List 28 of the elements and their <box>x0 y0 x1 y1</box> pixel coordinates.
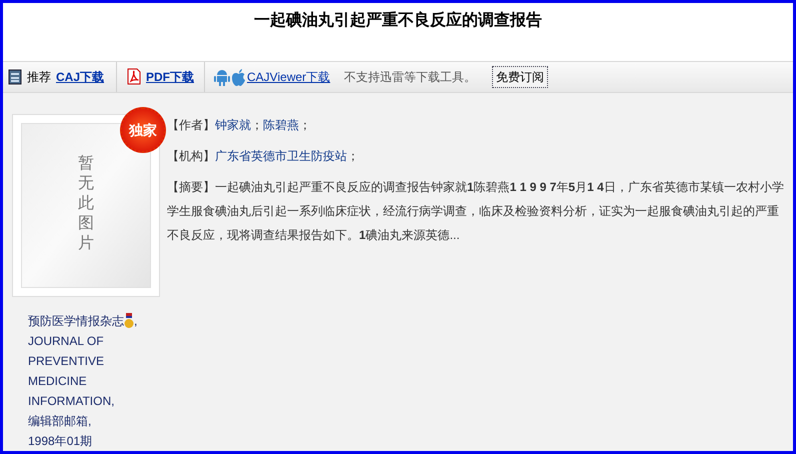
medal-icon <box>124 313 134 329</box>
field-link[interactable]: 钟家就 <box>215 117 251 133</box>
article-title: 一起碘油丸引起严重不良反应的调查报告 <box>254 10 542 31</box>
journal-link[interactable]: 预防医学情报杂志 <box>28 311 124 331</box>
cajviewer-download-link[interactable]: CAJViewer下载 <box>247 68 330 86</box>
separator-text: ； <box>299 117 311 133</box>
journal-info-text: JOURNAL OF PREVENTIVE MEDICINE INFORMATION, <box>28 333 116 410</box>
document-icon <box>8 68 22 85</box>
field-label: 【作者】 <box>167 117 215 133</box>
abstract-text: 【摘要】一起碘油丸引起严重不良反应的调查报告钟家就1陈碧燕1 1 9 9 7年5月1 4日，广东省英德市某镇一农村小学学生服食碘油丸后引起一系列临床症状，经流行病学调查，临床及检验资料分析，证实为一起服食碘油丸引起的严重不良反应，现将调查结果报告如下。1碘油丸来源英德... <box>167 179 785 244</box>
field-link[interactable]: 广东省英德市卫生防疫站 <box>215 148 347 164</box>
comma-text: , <box>134 313 138 330</box>
caj-download-link[interactable]: CAJ下载 <box>56 68 104 86</box>
download-notice: 不支持迅雷等下载工具。 <box>344 68 476 86</box>
apple-icon <box>231 68 246 86</box>
robot-icon <box>214 68 230 86</box>
journal-info-text: 编辑部邮箱, <box>28 413 92 430</box>
field-label: 【机构】 <box>167 148 215 164</box>
field-link[interactable]: 陈碧燕 <box>263 117 299 133</box>
separator-text: ； <box>251 117 263 133</box>
subscribe-button[interactable]: 免费订阅 <box>492 66 548 88</box>
separator-text: ； <box>347 148 359 164</box>
journal-info-text: 1998年01期 <box>28 433 94 450</box>
pdf-file-icon <box>127 68 142 86</box>
pdf-download-link[interactable]: PDF下载 <box>146 68 194 86</box>
exclusive-badge: 独家 <box>120 107 166 153</box>
recommend-label: 推荐 <box>27 68 51 86</box>
no-image-text: 暂无此图片 <box>78 154 94 254</box>
